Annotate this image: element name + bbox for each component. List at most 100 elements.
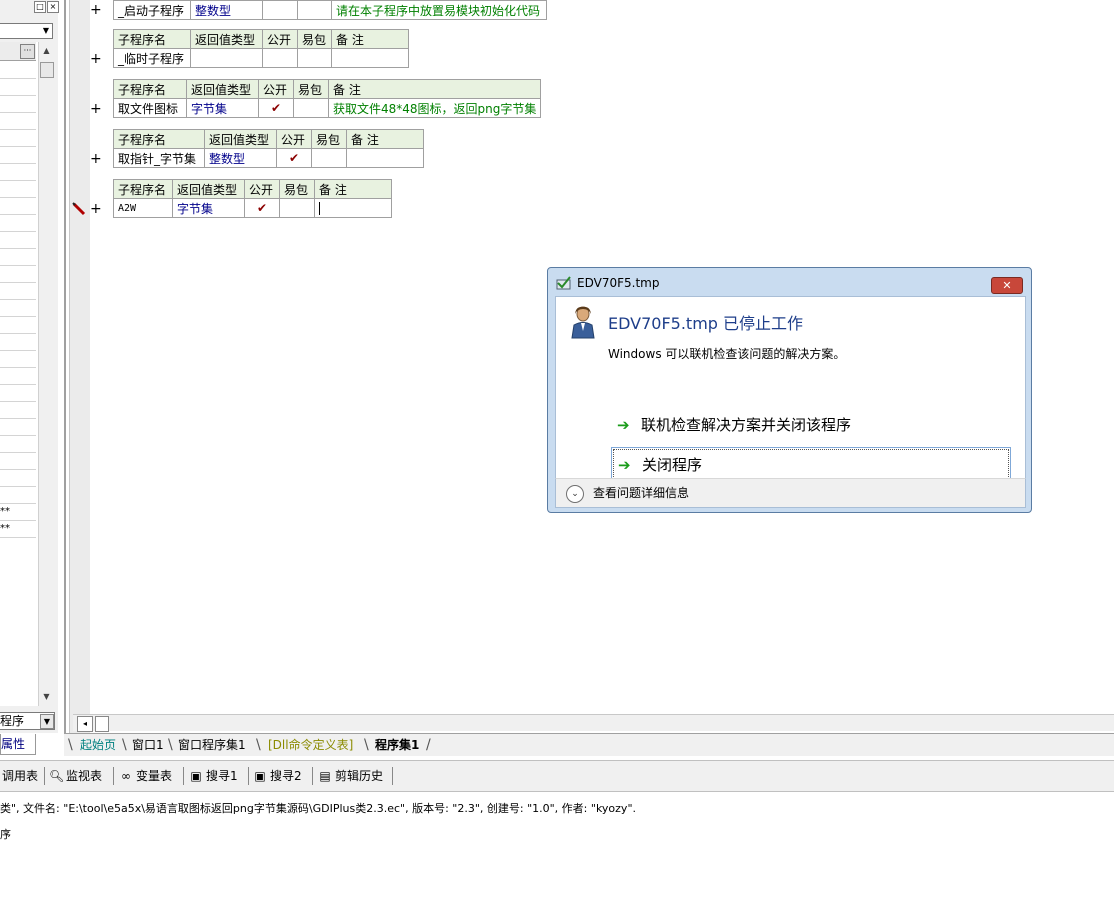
tab-window1[interactable]: 窗口1 <box>128 736 168 754</box>
sub-name[interactable]: _临时子程序 <box>113 48 191 68</box>
table-row[interactable]: 取文件图标 字节集 ✔ 获取文件48*48图标，返回png字节集 <box>113 98 542 118</box>
property-row[interactable]: ** <box>0 521 36 538</box>
easypack-cell[interactable] <box>297 0 332 20</box>
property-row[interactable] <box>0 300 36 317</box>
tab-dll-command-table[interactable]: [Dll命令定义表] <box>264 736 357 754</box>
dialog-titlebar[interactable]: EDV70F5.tmp ✕ <box>548 268 1031 296</box>
horizontal-scrollbar[interactable]: ◂ <box>73 714 1114 732</box>
tab-properties[interactable]: 属性 <box>0 734 36 755</box>
property-row[interactable] <box>0 436 36 453</box>
expand-button[interactable]: + <box>90 152 102 166</box>
property-row[interactable] <box>0 351 36 368</box>
property-row[interactable] <box>0 79 36 96</box>
property-row[interactable] <box>0 317 36 334</box>
easypack-cell[interactable] <box>279 198 315 218</box>
arrow-right-icon: ➔ <box>617 416 630 434</box>
note-cell[interactable]: 请在本子程序中放置易模块初始化代码 <box>331 0 547 20</box>
ellipsis-button[interactable]: ··· <box>20 44 35 59</box>
scroll-thumb[interactable] <box>40 62 54 78</box>
note-cell[interactable] <box>331 48 409 68</box>
property-row[interactable] <box>0 334 36 351</box>
table-row[interactable]: _临时子程序 <box>113 48 409 68</box>
sub-name[interactable]: _启动子程序 <box>113 0 191 20</box>
tab-variable-table[interactable]: ∞ 变量表 <box>119 767 172 785</box>
restore-icon[interactable]: □ <box>34 1 46 13</box>
splitter[interactable] <box>64 0 66 735</box>
property-row[interactable] <box>0 147 36 164</box>
tab-watch-table[interactable]: 🔍︎ 监视表 <box>49 767 102 785</box>
easypack-cell[interactable] <box>293 98 329 118</box>
sub-name[interactable]: 取文件图标 <box>113 98 187 118</box>
easypack-cell[interactable] <box>297 48 332 68</box>
property-row[interactable] <box>0 487 36 504</box>
sub-name[interactable]: A2W <box>113 198 173 218</box>
property-row[interactable] <box>0 453 36 470</box>
easypack-cell[interactable] <box>311 148 347 168</box>
property-row[interactable] <box>0 266 36 283</box>
scroll-down-icon[interactable]: ▼ <box>39 690 54 704</box>
property-row[interactable] <box>0 232 36 249</box>
chevron-down-icon[interactable]: ⌄ <box>566 485 584 503</box>
property-row[interactable] <box>0 62 36 79</box>
tab-call-table[interactable]: 调用表 <box>2 767 38 785</box>
view-details-link[interactable]: 查看问题详细信息 <box>593 485 689 501</box>
close-icon[interactable]: × <box>47 1 59 13</box>
tab-program-set1[interactable]: 程序集1 <box>371 736 423 754</box>
expand-button[interactable]: + <box>90 52 102 66</box>
public-cell[interactable] <box>262 48 298 68</box>
expand-button[interactable]: + <box>90 202 102 216</box>
property-row[interactable] <box>0 181 36 198</box>
tab-start-page[interactable]: 起始页 <box>76 736 120 754</box>
property-row[interactable]: ** <box>0 504 36 521</box>
tab-window-program-set1[interactable]: 窗口程序集1 <box>174 736 250 754</box>
property-row[interactable] <box>0 470 36 487</box>
property-row[interactable] <box>0 419 36 436</box>
property-row[interactable] <box>0 283 36 300</box>
scroll-up-icon[interactable]: ▲ <box>39 44 54 58</box>
sub-name[interactable]: 取指针_字节集 <box>113 148 205 168</box>
return-type[interactable]: 整数型 <box>190 0 263 20</box>
glasses-icon: ∞ <box>121 769 131 783</box>
return-type[interactable] <box>190 48 263 68</box>
expand-button[interactable]: + <box>90 3 102 17</box>
tab-search2[interactable]: ▣ 搜寻2 <box>253 767 301 785</box>
check-online-button[interactable]: ➔ 联机检查解决方案并关闭该程序 <box>611 408 1011 442</box>
return-type[interactable]: 字节集 <box>172 198 245 218</box>
property-row[interactable] <box>0 96 36 113</box>
checkmark-icon[interactable]: ✔ <box>258 98 294 118</box>
vertical-scrollbar[interactable]: ▲ ▼ <box>38 42 54 706</box>
public-cell[interactable] <box>262 0 298 20</box>
scroll-thumb[interactable] <box>95 716 109 732</box>
note-cell[interactable] <box>346 148 424 168</box>
chevron-down-icon[interactable]: ▼ <box>40 24 52 38</box>
property-row[interactable] <box>0 215 36 232</box>
checkmark-icon[interactable]: ✔ <box>244 198 280 218</box>
object-combo[interactable]: ▼ <box>0 23 53 39</box>
property-row[interactable] <box>0 402 36 419</box>
close-button[interactable]: ✕ <box>991 277 1023 294</box>
return-type[interactable]: 字节集 <box>186 98 259 118</box>
close-program-button[interactable]: ➔ 关闭程序 <box>611 447 1011 481</box>
property-row[interactable] <box>0 249 36 266</box>
property-row[interactable] <box>0 385 36 402</box>
table-row[interactable]: _启动子程序 整数型 请在本子程序中放置易模块初始化代码 <box>113 0 547 20</box>
property-row[interactable] <box>0 113 36 130</box>
table-row[interactable]: 取指针_字节集 整数型 ✔ <box>113 148 424 168</box>
table-row[interactable]: A2W 字节集 ✔ <box>113 198 392 218</box>
program-combo[interactable]: 程序 ▼ <box>0 712 55 730</box>
col-header: 公开 <box>262 29 298 49</box>
property-row[interactable] <box>0 130 36 147</box>
return-type[interactable]: 整数型 <box>204 148 277 168</box>
scroll-left-icon[interactable]: ◂ <box>77 716 93 732</box>
note-cell[interactable] <box>314 198 392 218</box>
property-row[interactable] <box>0 198 36 215</box>
tab-search1[interactable]: ▣ 搜寻1 <box>189 767 237 785</box>
checkmark-icon[interactable]: ✔ <box>276 148 312 168</box>
property-row[interactable] <box>0 164 36 181</box>
subroutine-table: 子程序名 返回值类型 公开 易包 备 注 _临时子程序 <box>113 29 409 68</box>
chevron-down-icon[interactable]: ▼ <box>40 714 54 729</box>
expand-button[interactable]: + <box>90 102 102 116</box>
property-row[interactable] <box>0 368 36 385</box>
note-cell[interactable]: 获取文件48*48图标，返回png字节集 <box>327 98 542 118</box>
tab-clip-history[interactable]: ▤ 剪辑历史 <box>318 767 383 785</box>
